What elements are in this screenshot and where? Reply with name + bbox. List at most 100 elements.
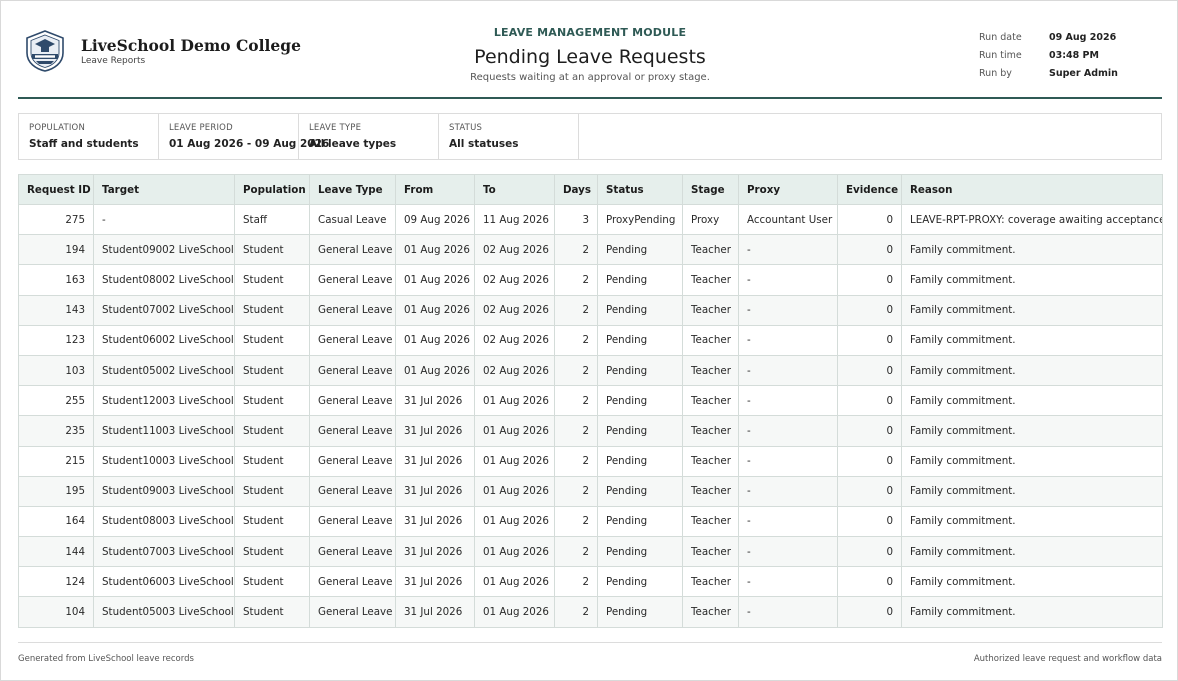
- cell-target: Student05002 LiveSchool: [93, 354, 235, 387]
- column-header-to: To: [474, 174, 555, 205]
- footer-source-note: Generated from LiveSchool leave records: [18, 654, 194, 664]
- cell-population: Student: [234, 324, 310, 356]
- cell-population: Student: [234, 234, 310, 266]
- cell-population: Student: [234, 264, 310, 296]
- column-header-status: Status: [597, 174, 683, 205]
- run-date-value: 09 Aug 2026: [1049, 31, 1117, 43]
- cell-from: 31 Jul 2026: [395, 505, 475, 538]
- cell-to: 01 Aug 2026: [474, 536, 555, 568]
- cell-from: 31 Jul 2026: [395, 475, 475, 507]
- table-row: 164 Student08003 LiveSchool Student General…: [18, 505, 1163, 538]
- cell-request-id: 144: [18, 536, 94, 568]
- cell-request-id: 143: [18, 294, 94, 326]
- cell-to: 02 Aug 2026: [474, 354, 555, 387]
- cell-status: Pending: [597, 385, 683, 417]
- cell-stage: Teacher: [682, 354, 739, 387]
- filter-leave-type: LEAVE TYPE All leave types: [299, 114, 439, 159]
- cell-evidence: 0: [837, 324, 902, 356]
- filter-status: STATUS All statuses: [439, 114, 579, 159]
- table-row: 255 Student12003 LiveSchool Student General…: [18, 385, 1163, 417]
- cell-leave-type: General Leave: [309, 324, 396, 356]
- column-header-from: From: [395, 174, 475, 205]
- cell-request-id: 103: [18, 354, 94, 387]
- table-row: 194 Student09002 LiveSchool Student General…: [18, 234, 1163, 266]
- cell-evidence: 0: [837, 475, 902, 507]
- filter-value: All statuses: [449, 138, 519, 150]
- cell-to: 02 Aug 2026: [474, 324, 555, 356]
- cell-from: 01 Aug 2026: [395, 354, 475, 387]
- cell-from: 01 Aug 2026: [395, 324, 475, 356]
- cell-reason: Family commitment.: [901, 536, 1163, 568]
- cell-request-id: 123: [18, 324, 94, 356]
- cell-stage: Teacher: [682, 445, 739, 477]
- cell-population: Student: [234, 294, 310, 326]
- cell-proxy: -: [738, 385, 838, 417]
- cell-evidence: 0: [837, 566, 902, 598]
- column-header-days: Days: [554, 174, 598, 205]
- cell-stage: Teacher: [682, 264, 739, 296]
- cell-status: Pending: [597, 234, 683, 266]
- cell-proxy: -: [738, 536, 838, 568]
- report-header: LiveSchool Demo College Leave Reports LE…: [18, 1, 1162, 99]
- cell-proxy: -: [738, 505, 838, 538]
- cell-status: Pending: [597, 324, 683, 356]
- cell-days: 2: [554, 415, 598, 447]
- cell-status: Pending: [597, 596, 683, 628]
- cell-request-id: 124: [18, 566, 94, 598]
- cell-leave-type: General Leave: [309, 294, 396, 326]
- cell-status: Pending: [597, 505, 683, 538]
- cell-days: 2: [554, 505, 598, 538]
- cell-to: 01 Aug 2026: [474, 415, 555, 447]
- cell-evidence: 0: [837, 445, 902, 477]
- cell-leave-type: General Leave: [309, 566, 396, 598]
- cell-leave-type: General Leave: [309, 234, 396, 266]
- cell-reason: Family commitment.: [901, 324, 1163, 356]
- cell-leave-type: General Leave: [309, 415, 396, 447]
- column-header-leave-type: Leave Type: [309, 174, 396, 205]
- cell-status: Pending: [597, 264, 683, 296]
- cell-request-id: 163: [18, 264, 94, 296]
- cell-proxy: -: [738, 445, 838, 477]
- report-footer: Generated from LiveSchool leave records …: [18, 642, 1162, 664]
- cell-reason: LEAVE-RPT-PROXY: coverage awaiting accep…: [901, 203, 1163, 236]
- cell-reason: Family commitment.: [901, 234, 1163, 266]
- cell-to: 01 Aug 2026: [474, 566, 555, 598]
- cell-days: 2: [554, 566, 598, 598]
- cell-population: Student: [234, 385, 310, 417]
- cell-stage: Teacher: [682, 566, 739, 598]
- cell-leave-type: General Leave: [309, 596, 396, 628]
- cell-to: 01 Aug 2026: [474, 445, 555, 477]
- cell-leave-type: General Leave: [309, 354, 396, 387]
- run-metadata: Run date 09 Aug 2026 Run time 03:48 PM R…: [979, 28, 1118, 82]
- cell-leave-type: General Leave: [309, 505, 396, 538]
- cell-to: 02 Aug 2026: [474, 264, 555, 296]
- cell-target: Student07002 LiveSchool: [93, 294, 235, 326]
- cell-evidence: 0: [837, 264, 902, 296]
- report-page: LiveSchool Demo College Leave Reports LE…: [0, 0, 1178, 681]
- cell-evidence: 0: [837, 294, 902, 326]
- cell-target: Student11003 LiveSchool: [93, 415, 235, 447]
- cell-request-id: 235: [18, 415, 94, 447]
- cell-from: 31 Jul 2026: [395, 566, 475, 598]
- cell-days: 2: [554, 324, 598, 356]
- run-by-label: Run by: [979, 67, 1012, 79]
- cell-from: 09 Aug 2026: [395, 203, 475, 236]
- run-date-label: Run date: [979, 31, 1022, 43]
- cell-evidence: 0: [837, 203, 902, 236]
- cell-to: 01 Aug 2026: [474, 505, 555, 538]
- table-row: 104 Student05003 LiveSchool Student General…: [18, 596, 1163, 628]
- cell-days: 3: [554, 203, 598, 236]
- cell-from: 01 Aug 2026: [395, 264, 475, 296]
- cell-population: Staff: [234, 203, 310, 236]
- filter-value: 01 Aug 2026 - 09 Aug 2026: [169, 138, 330, 150]
- cell-status: Pending: [597, 445, 683, 477]
- cell-request-id: 104: [18, 596, 94, 628]
- cell-target: Student06002 LiveSchool: [93, 324, 235, 356]
- cell-proxy: -: [738, 354, 838, 387]
- cell-reason: Family commitment.: [901, 596, 1163, 628]
- cell-population: Student: [234, 596, 310, 628]
- cell-status: Pending: [597, 475, 683, 507]
- cell-status: ProxyPending: [597, 203, 683, 236]
- cell-stage: Teacher: [682, 385, 739, 417]
- cell-to: 01 Aug 2026: [474, 596, 555, 628]
